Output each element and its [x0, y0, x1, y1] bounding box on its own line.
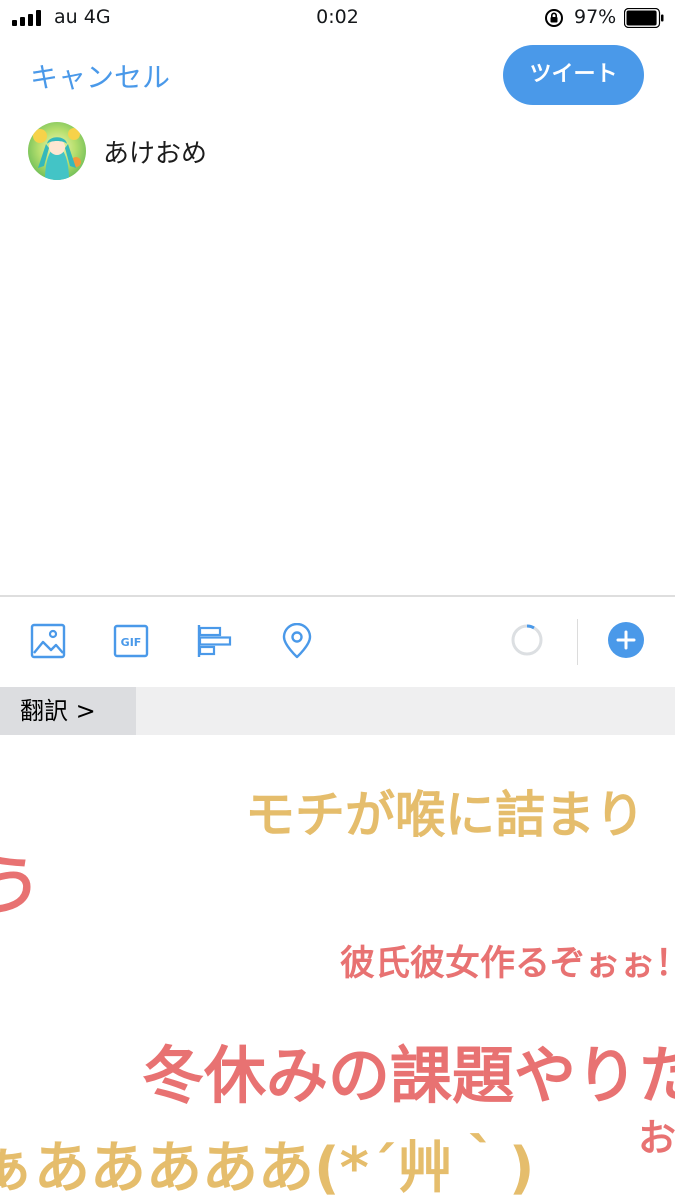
avatar-illustration [33, 128, 81, 180]
toolbar-divider [577, 619, 578, 665]
battery-icon [624, 8, 664, 28]
gif-icon-label: GIF [121, 636, 142, 649]
keyboard-suggestion-bar: 翻訳 > [0, 687, 675, 735]
stamp-item[interactable]: 冬休みの課題やりた [142, 1025, 675, 1115]
stamp-item[interactable]: う [0, 835, 42, 927]
compose-toolbar: GIF [0, 595, 675, 689]
status-bar: au 4G 0:02 97% [0, 0, 675, 36]
stamp-item[interactable]: モチが喉に詰まり [245, 775, 645, 847]
poll-icon[interactable] [196, 623, 232, 659]
stamp-item[interactable]: ぁあああああ(*´艸｀) [0, 1123, 534, 1200]
keyboard-stamp-panel: モチが喉に詰まり う 彼氏彼女作るぞぉぉ！ 冬休みの課題やりた お ぁあああああ… [0, 735, 675, 1200]
tweet-button[interactable]: ツイート [503, 45, 644, 105]
translate-button[interactable]: 翻訳 > [0, 687, 136, 735]
stamp-item[interactable]: お [638, 1107, 675, 1162]
location-icon[interactable] [279, 623, 315, 659]
character-count-icon [511, 624, 543, 656]
battery-percent: 97% [574, 6, 617, 28]
cancel-button[interactable]: キャンセル [30, 56, 170, 96]
stamp-item[interactable]: 彼氏彼女作るぞぉぉ！ [340, 935, 675, 986]
add-tweet-icon[interactable] [608, 622, 644, 658]
image-icon[interactable] [30, 623, 66, 659]
gif-icon[interactable]: GIF [113, 623, 149, 659]
tweet-text-input[interactable]: あけおめ [103, 133, 207, 170]
rotation-lock-icon [545, 9, 563, 27]
avatar[interactable] [28, 122, 86, 180]
